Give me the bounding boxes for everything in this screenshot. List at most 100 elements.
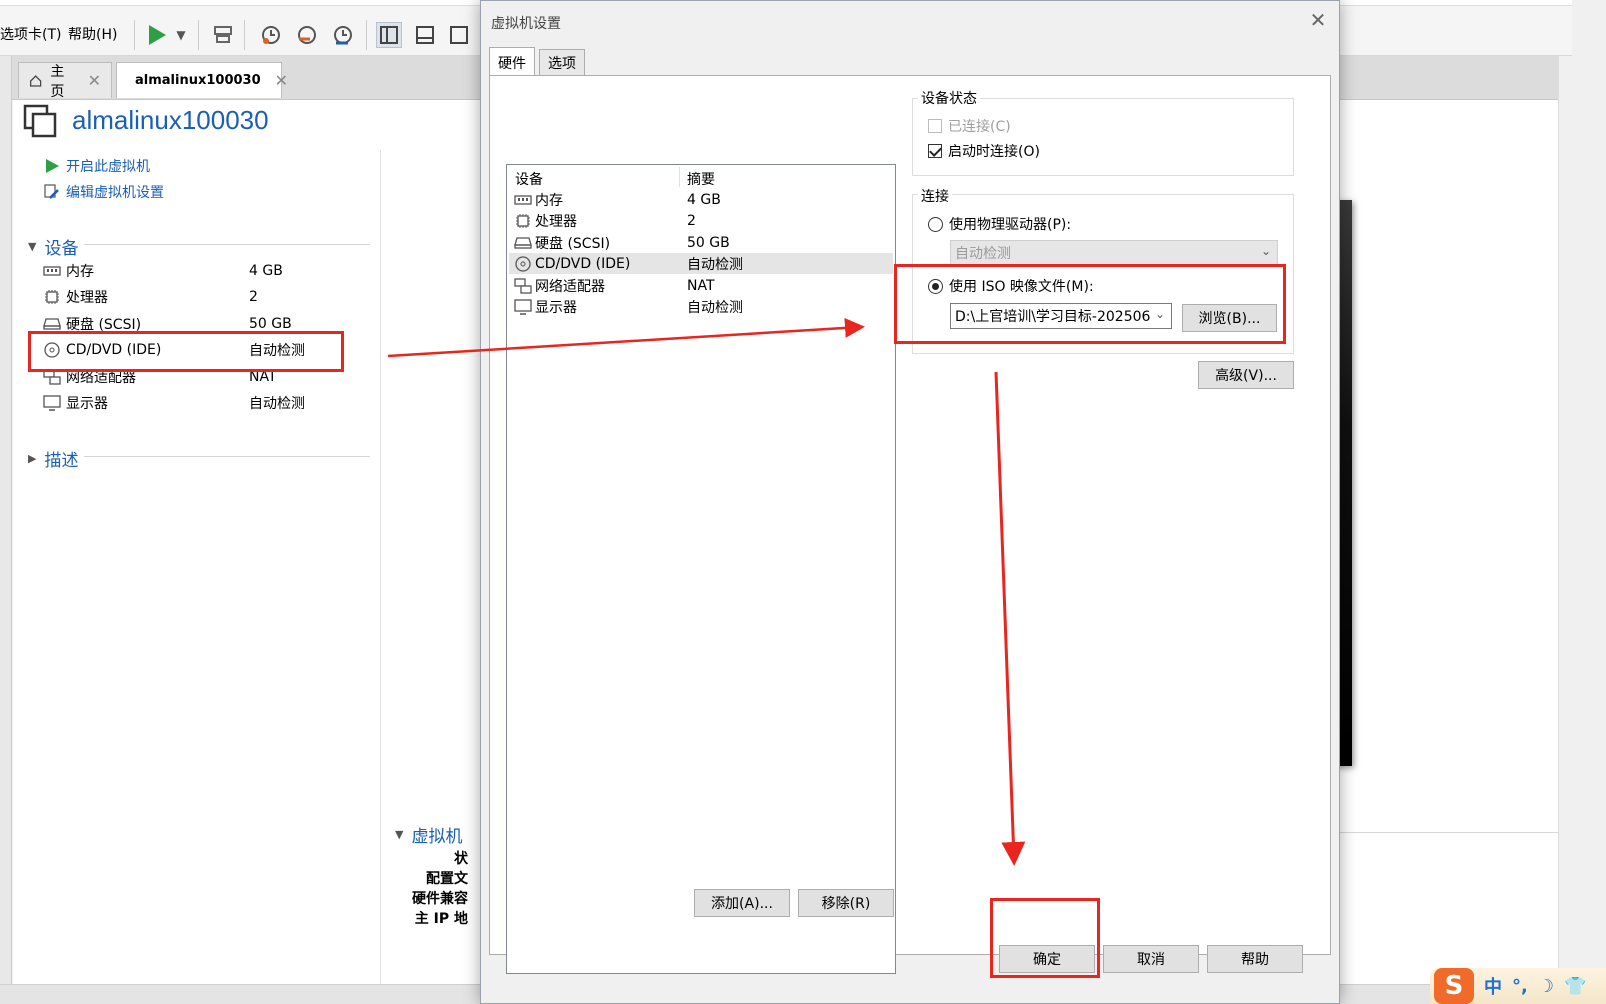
- device-value: 4 GB: [249, 263, 283, 279]
- snapshot-icon[interactable]: [258, 22, 284, 48]
- device-row-display[interactable]: 显示器 自动检测: [42, 391, 342, 415]
- advanced-button[interactable]: 高级(V)...: [1198, 361, 1294, 389]
- vm-details-section-toggle[interactable]: ▼ 虚拟机: [395, 822, 462, 847]
- edit-vm-settings-label: 编辑虚拟机设置: [66, 185, 164, 201]
- vm-large-icon: [23, 104, 57, 138]
- checkbox-box: [928, 119, 942, 133]
- hardware-row-processor[interactable]: 处理器 2: [509, 210, 893, 231]
- single-view-icon[interactable]: [412, 22, 438, 48]
- toolbar-separator: [134, 20, 135, 50]
- device-row-cd-dvd[interactable]: CD/DVD (IDE) 自动检测: [42, 338, 342, 362]
- hard-disk-icon: [513, 235, 533, 251]
- power-on-vm-link[interactable]: 开启此虚拟机: [44, 156, 150, 176]
- column-header-summary[interactable]: 摘要: [687, 169, 715, 189]
- physical-drive-select[interactable]: 自动检测 ⌄: [950, 240, 1278, 266]
- edit-settings-icon: [44, 184, 59, 199]
- network-adapter-icon: [42, 369, 62, 385]
- menu-help[interactable]: 帮助(H): [68, 24, 117, 44]
- device-row-processor[interactable]: 处理器 2: [42, 285, 342, 309]
- cd-dvd-icon: [513, 255, 533, 272]
- hardware-row-cd-dvd[interactable]: CD/DVD (IDE) 自动检测: [509, 253, 893, 274]
- ime-logo[interactable]: S: [1434, 968, 1474, 1004]
- hardware-list[interactable]: 设备 摘要 内存 4 GB 处理器 2 硬盘 (SCSI) 50 GB CD/D…: [506, 164, 896, 974]
- devices-heading: 设备: [44, 239, 79, 259]
- device-value: 50 GB: [249, 316, 292, 332]
- device-name: CD/DVD (IDE): [66, 342, 162, 358]
- cancel-button[interactable]: 取消: [1103, 945, 1199, 973]
- radio-circle: [928, 278, 943, 294]
- connected-label: 已连接(C): [948, 119, 1011, 135]
- dialog-title: 虚拟机设置: [491, 16, 561, 32]
- memory-icon: [513, 192, 533, 208]
- connected-checkbox[interactable]: 已连接(C): [928, 116, 1011, 136]
- tab-home[interactable]: 主页 ✕: [18, 62, 112, 100]
- cd-dvd-icon: [42, 342, 62, 358]
- panel-divider: [380, 150, 381, 984]
- section-divider: [84, 244, 370, 245]
- fullscreen-icon[interactable]: [446, 22, 472, 48]
- column-divider: [679, 167, 680, 187]
- hardware-row-network[interactable]: 网络适配器 NAT: [509, 275, 893, 296]
- remove-hardware-button[interactable]: 移除(R): [798, 889, 894, 917]
- ime-moon-icon[interactable]: ☽: [1538, 976, 1554, 997]
- memory-icon: [42, 263, 62, 279]
- tab-options[interactable]: 选项: [539, 49, 585, 75]
- device-value: NAT: [249, 369, 277, 385]
- hardware-row-hard-disk[interactable]: 硬盘 (SCSI) 50 GB: [509, 232, 893, 253]
- iso-image-radio[interactable]: 使用 ISO 映像文件(M):: [928, 276, 1094, 296]
- device-row-hard-disk[interactable]: 硬盘 (SCSI) 50 GB: [42, 312, 342, 336]
- close-icon[interactable]: ✕: [275, 71, 288, 90]
- hardware-tab-panel: 设备 摘要 内存 4 GB 处理器 2 硬盘 (SCSI) 50 GB CD/D…: [489, 75, 1331, 974]
- device-value: 自动检测: [249, 396, 305, 412]
- revert-snapshot-icon[interactable]: [294, 22, 320, 48]
- processor-icon: [42, 289, 62, 305]
- physical-drive-radio[interactable]: 使用物理驱动器(P):: [928, 214, 1071, 234]
- hardware-row-display[interactable]: 显示器 自动检测: [509, 296, 893, 317]
- section-divider: [84, 456, 370, 457]
- ime-toolbar[interactable]: S 中 °, ☽ 👕: [1430, 968, 1606, 1004]
- play-icon[interactable]: [144, 22, 170, 48]
- iso-path-input[interactable]: D:\上官培训\学习目标-202506 ⌄: [950, 303, 1172, 329]
- vm-details-heading: 虚拟机: [411, 827, 463, 847]
- ime-punctuation[interactable]: °,: [1512, 976, 1528, 997]
- snapshot-manager-icon[interactable]: [330, 22, 356, 48]
- device-row-memory[interactable]: 内存 4 GB: [42, 259, 342, 283]
- detail-label-ip: 主 IP 地: [414, 911, 468, 927]
- tab-hardware[interactable]: 硬件: [489, 47, 535, 77]
- hardware-row-memory[interactable]: 内存 4 GB: [509, 189, 893, 210]
- ime-skin-icon[interactable]: 👕: [1564, 976, 1586, 997]
- edit-vm-settings-link[interactable]: 编辑虚拟机设置: [44, 182, 164, 202]
- description-section-toggle[interactable]: ▶ 描述: [28, 446, 78, 471]
- detail-label-hw-compat: 硬件兼容: [412, 891, 468, 907]
- display-icon: [42, 395, 62, 411]
- ok-button[interactable]: 确定: [999, 945, 1095, 973]
- close-icon[interactable]: ✕: [1307, 8, 1329, 32]
- dropdown-icon[interactable]: ▼: [168, 22, 194, 48]
- browse-button[interactable]: 浏览(B)...: [1182, 304, 1277, 332]
- chevron-down-icon: ▼: [28, 240, 37, 253]
- menu-tabs[interactable]: 选项卡(T): [0, 24, 61, 44]
- device-name: 显示器: [66, 396, 108, 412]
- add-hardware-button[interactable]: 添加(A)...: [694, 889, 790, 917]
- close-icon[interactable]: ✕: [88, 71, 101, 90]
- tab-vm[interactable]: almalinux100030 ✕: [116, 62, 288, 98]
- ime-mode[interactable]: 中: [1484, 973, 1502, 999]
- device-name: 硬盘 (SCSI): [66, 317, 142, 333]
- display-icon: [513, 298, 533, 315]
- library-view-icon[interactable]: [376, 22, 402, 48]
- send-keys-icon[interactable]: [210, 22, 236, 48]
- device-row-network[interactable]: 网络适配器 NAT: [42, 365, 342, 389]
- chevron-down-icon[interactable]: ⌄: [1152, 307, 1165, 321]
- help-button[interactable]: 帮助: [1207, 945, 1303, 973]
- physical-drive-value: 自动检测: [955, 246, 1011, 262]
- column-header-device[interactable]: 设备: [515, 169, 543, 189]
- device-status-group: [912, 98, 1294, 176]
- radio-circle: [928, 216, 943, 232]
- device-name: 处理器: [66, 290, 108, 306]
- devices-section-toggle[interactable]: ▼ 设备: [28, 234, 78, 259]
- vertical-scrollbar[interactable]: [1558, 56, 1572, 984]
- chevron-down-icon: ⌄: [1260, 244, 1271, 258]
- connect-at-power-on-checkbox[interactable]: 启动时连接(O): [928, 141, 1040, 161]
- tab-home-label: 主页: [50, 63, 65, 100]
- vm-settings-dialog: 虚拟机设置 ✕ 硬件 选项 设备 摘要 内存 4 GB 处理器 2 硬盘 (SC…: [480, 0, 1340, 1004]
